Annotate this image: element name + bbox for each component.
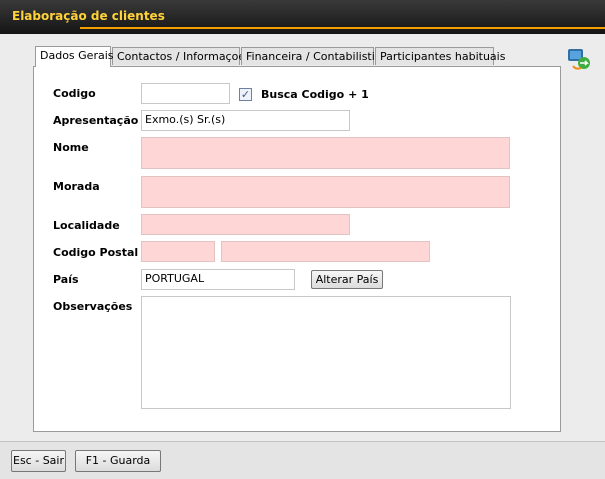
nome-label: Nome — [53, 141, 89, 154]
nome-field[interactable] — [141, 137, 510, 169]
busca-codigo-label: Busca Codigo + 1 — [261, 88, 369, 101]
title-bar: Elaboração de clientes — [0, 0, 605, 34]
tab-participantes[interactable]: Participantes habituais — [375, 47, 505, 65]
codigo-postal-label: Codigo Postal — [53, 246, 139, 259]
tab-participantes-label: Participantes habituais — [380, 50, 506, 63]
morada-label: Morada — [53, 180, 100, 193]
tab-dados-gerais[interactable]: Dados Gerais — [35, 46, 114, 67]
pais-label: País — [53, 273, 79, 286]
codigo-label: Codigo — [53, 87, 96, 100]
codigo-postal-field-1[interactable] — [141, 241, 215, 262]
apresentacao-label: Apresentação — [53, 114, 139, 127]
localidade-field[interactable] — [141, 214, 350, 235]
alterar-pais-button[interactable]: Alterar País — [311, 270, 383, 289]
tab-financeira[interactable]: Financeira / Contabilistica — [241, 47, 388, 65]
localidade-label: Localidade — [53, 219, 120, 232]
pais-field[interactable]: PORTUGAL — [141, 269, 295, 290]
tab-financeira-label: Financeira / Contabilistica — [246, 50, 388, 63]
tab-dados-gerais-label: Dados Gerais — [40, 49, 114, 62]
window-title: Elaboração de clientes — [12, 9, 165, 23]
codigo-field[interactable] — [141, 83, 230, 104]
sair-button[interactable]: Esc - Sair — [11, 450, 66, 472]
observacoes-label: Observações — [53, 300, 133, 313]
codigo-postal-field-2[interactable] — [221, 241, 430, 262]
apresentacao-field[interactable]: Exmo.(s) Sr.(s) — [141, 110, 350, 131]
tab-contactos[interactable]: Contactos / Informaçoes — [112, 47, 251, 65]
user-transfer-icon[interactable] — [566, 46, 592, 72]
title-accent-line — [80, 27, 605, 29]
observacoes-field[interactable] — [141, 296, 511, 409]
guarda-button[interactable]: F1 - Guarda — [75, 450, 161, 472]
morada-field[interactable] — [141, 176, 510, 208]
tab-contactos-label: Contactos / Informaçoes — [117, 50, 251, 63]
busca-codigo-checkbox[interactable]: ✓ — [239, 88, 252, 101]
